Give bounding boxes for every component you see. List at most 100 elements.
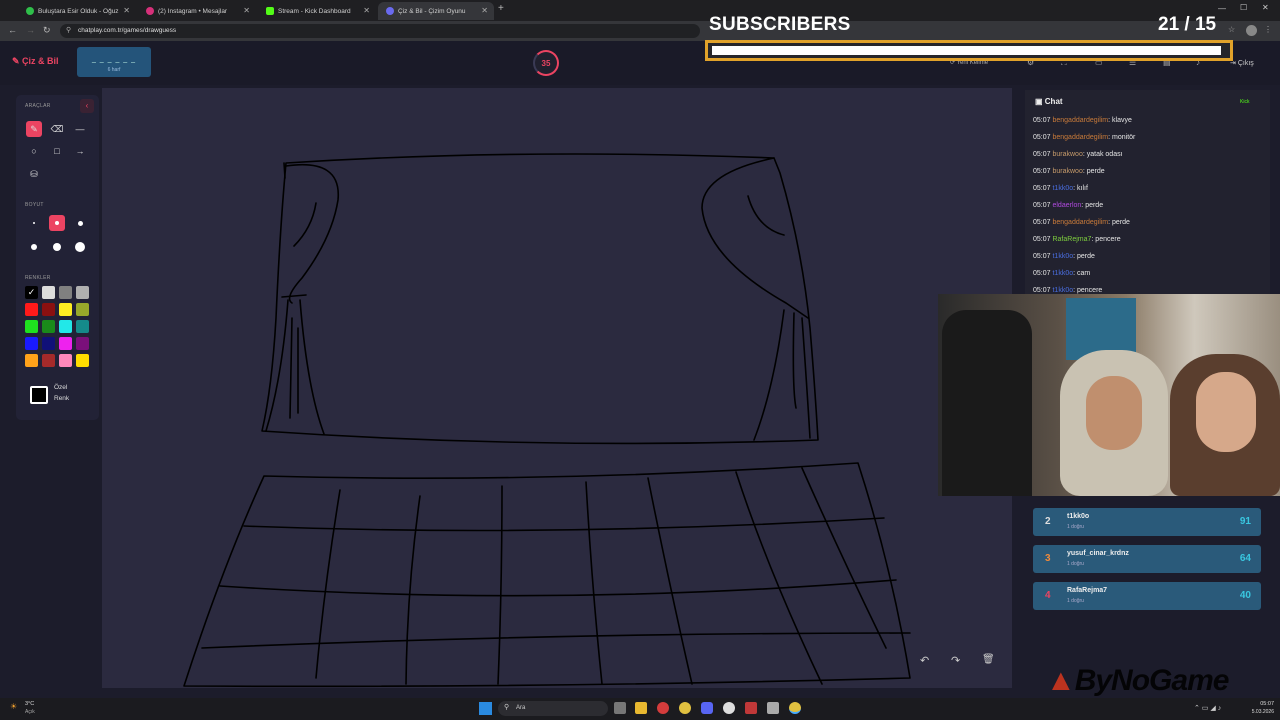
custom-color-swatch[interactable] <box>30 386 48 404</box>
arrow-tool-button[interactable]: → <box>72 143 88 159</box>
player-score: 91 <box>1239 516 1251 527</box>
file-explorer-icon[interactable] <box>635 702 647 714</box>
browser-address-bar: ← → ↻ ⚲ chatplay.com.tr/games/drawguess … <box>0 21 1280 41</box>
chat-username[interactable]: t1kk0o <box>1052 253 1073 260</box>
color-swatch[interactable] <box>76 337 89 350</box>
color-swatch[interactable]: ✓ <box>25 286 38 299</box>
color-swatch[interactable] <box>25 354 38 367</box>
chat-username[interactable]: bengaddardegilim <box>1052 134 1108 141</box>
color-swatch[interactable] <box>76 286 89 299</box>
chat-message: 05:07 t1kk0o: kılıf <box>1033 185 1088 192</box>
settings-app-icon[interactable] <box>767 702 779 714</box>
chat-text: perde <box>1112 219 1130 226</box>
brush-size-5[interactable] <box>49 239 65 255</box>
discord-icon[interactable] <box>701 702 713 714</box>
new-tab-button[interactable]: + <box>498 3 504 14</box>
bookmark-star-icon[interactable]: ☆ <box>1228 25 1235 34</box>
weather-icon[interactable]: ☀ <box>10 702 17 711</box>
logout-button[interactable]: ⇥ Çıkış <box>1230 59 1254 67</box>
browser-tab[interactable]: (2) Instagram • Mesajlar ✕ <box>138 2 256 20</box>
chat-username[interactable]: t1kk0o <box>1052 287 1073 294</box>
chat-username[interactable]: bengaddardegilim <box>1052 117 1108 124</box>
close-tab-icon[interactable]: ✕ <box>481 6 488 15</box>
size-dot <box>75 242 85 252</box>
color-swatch[interactable] <box>25 303 38 316</box>
player-rank: 4 <box>1045 590 1051 601</box>
minimize-icon[interactable]: — <box>1218 4 1226 13</box>
taskbar-search[interactable]: ⚲ Ara <box>498 701 608 716</box>
trash-icon[interactable]: 🗑 <box>982 654 995 665</box>
obs-icon[interactable] <box>723 702 735 714</box>
chrome-active-icon[interactable] <box>789 702 801 714</box>
brush-size-3[interactable] <box>72 215 88 231</box>
close-tab-icon[interactable]: ✕ <box>363 6 370 15</box>
chat-username[interactable]: burakwoo <box>1052 151 1082 158</box>
browser-tab[interactable]: Buluştara Esir Olduk - Oğuz ✕ <box>18 2 136 20</box>
tray-icons[interactable]: ⌃ ▭ ◢ ♪ <box>1194 704 1221 712</box>
close-tab-icon[interactable]: ✕ <box>123 6 130 15</box>
chat-username[interactable]: RafaRejma7 <box>1052 236 1091 243</box>
pencil-icon: ✎ <box>30 123 38 134</box>
collapse-toolbox-button[interactable]: ‹ <box>80 99 94 113</box>
circle-tool-button[interactable]: ○ <box>26 143 42 159</box>
subscriber-goal-bar <box>705 40 1233 61</box>
profile-avatar[interactable] <box>1246 25 1257 36</box>
chat-text: monitör <box>1112 134 1136 141</box>
chat-username[interactable]: bengaddardegilim <box>1052 219 1108 226</box>
redo-icon[interactable]: ↷ <box>951 654 960 667</box>
color-swatch[interactable] <box>59 320 72 333</box>
color-swatch[interactable] <box>25 337 38 350</box>
corner-dot-stroke <box>283 162 286 179</box>
chat-text: pencere <box>1095 236 1121 243</box>
color-swatch[interactable] <box>76 320 89 333</box>
color-swatch[interactable] <box>42 354 55 367</box>
color-swatch[interactable] <box>42 303 55 316</box>
drawing-canvas[interactable]: ↶ ↷ 🗑 <box>102 88 1012 688</box>
color-swatch[interactable] <box>42 286 55 299</box>
chat-username[interactable]: eldaerlon <box>1052 202 1081 209</box>
color-swatch[interactable] <box>76 354 89 367</box>
chat-username[interactable]: t1kk0o <box>1052 185 1073 192</box>
color-swatch[interactable] <box>76 303 89 316</box>
eraser-tool-button[interactable]: ⌫ <box>49 121 65 137</box>
close-window-icon[interactable]: ✕ <box>1262 3 1269 12</box>
color-swatch[interactable] <box>25 320 38 333</box>
forward-icon[interactable]: → <box>26 25 35 35</box>
color-swatch[interactable] <box>59 286 72 299</box>
tools-header: ARAÇLAR <box>25 103 51 109</box>
back-icon[interactable]: ← <box>8 25 17 35</box>
brush-size-4[interactable] <box>26 239 42 255</box>
chat-username[interactable]: burakwoo <box>1052 168 1082 175</box>
pencil-tool-button[interactable]: ✎ <box>26 121 42 137</box>
chat-username[interactable]: t1kk0o <box>1052 270 1073 277</box>
right-curtain-fold-stroke <box>747 195 785 236</box>
undo-icon[interactable]: ↶ <box>920 654 929 667</box>
chrome-icon[interactable] <box>679 702 691 714</box>
color-swatch[interactable] <box>59 337 72 350</box>
app-icon[interactable] <box>657 702 669 714</box>
close-tab-icon[interactable]: ✕ <box>243 6 250 15</box>
browser-tab[interactable]: Stream - Kick Dashboard ✕ <box>258 2 376 20</box>
rectangle-tool-button[interactable]: □ <box>49 143 65 159</box>
brush-size-6[interactable] <box>72 239 88 255</box>
brush-size-2[interactable] <box>49 215 65 231</box>
reload-icon[interactable]: ↻ <box>43 25 51 36</box>
browser-tab-active[interactable]: Çiz & Bil - Çizim Oyunu ✕ <box>378 2 494 20</box>
brush-size-1[interactable] <box>26 215 42 231</box>
task-view-icon[interactable] <box>614 702 626 714</box>
recorder-icon[interactable] <box>745 702 757 714</box>
app-logo[interactable]: ✎ Çiz & Bil <box>12 56 59 67</box>
url-input[interactable]: ⚲ chatplay.com.tr/games/drawguess <box>60 24 700 38</box>
color-swatch[interactable] <box>42 337 55 350</box>
site-info-icon[interactable]: ⚲ <box>66 24 71 38</box>
color-swatch[interactable] <box>59 354 72 367</box>
color-swatch[interactable] <box>59 303 72 316</box>
line-tool-button[interactable]: — <box>72 121 88 137</box>
menu-dots-icon[interactable]: ⋮ <box>1264 25 1272 34</box>
maximize-icon[interactable]: ☐ <box>1240 3 1247 12</box>
tab-favicon-icon <box>146 7 154 15</box>
chat-time: 05:07 <box>1033 219 1051 226</box>
color-swatch[interactable] <box>42 320 55 333</box>
fill-tool-button[interactable]: ⛁ <box>26 166 42 182</box>
windows-start-icon[interactable] <box>479 702 492 715</box>
